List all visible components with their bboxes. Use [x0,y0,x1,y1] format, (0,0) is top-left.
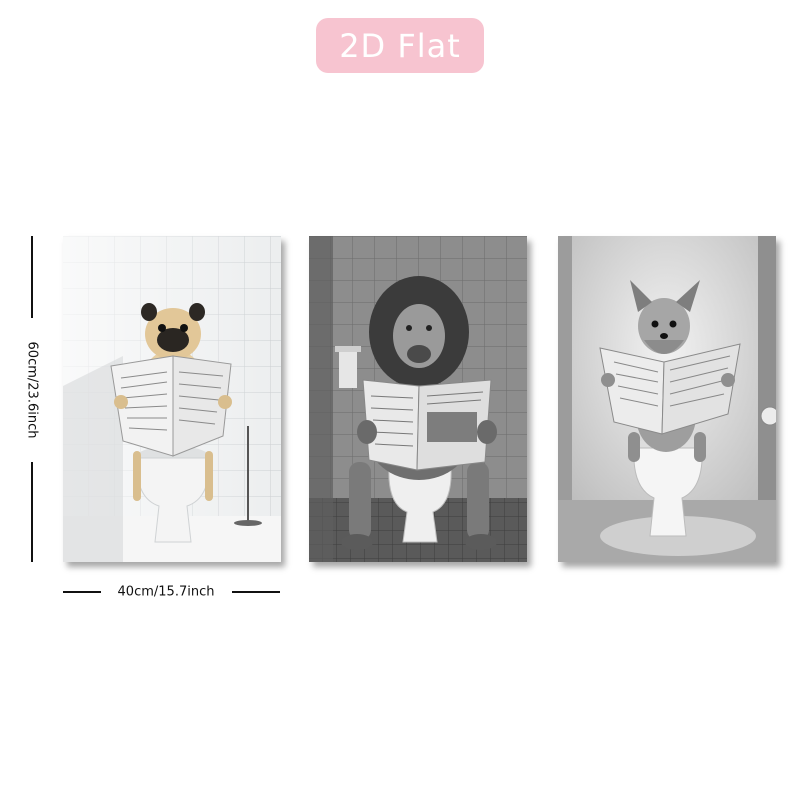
height-dimension-line-top [31,236,33,318]
yorkie-artwork [558,236,776,562]
width-dimension-label: 40cm/15.7inch [117,584,215,600]
height-dimension-label: 60cm/23.6inch [24,341,40,439]
pug-artwork [63,236,281,562]
canvas-panel-lion [309,236,527,562]
lion-artwork [309,236,527,562]
product-type-badge: 2D Flat [316,18,484,73]
width-dimension-line-left [63,591,101,593]
canvas-panel-pug [63,236,281,562]
height-dimension-line-bottom [31,462,33,562]
badge-label: 2D Flat [339,26,461,65]
canvas-panel-yorkie [558,236,776,562]
width-dimension-line-right [232,591,280,593]
